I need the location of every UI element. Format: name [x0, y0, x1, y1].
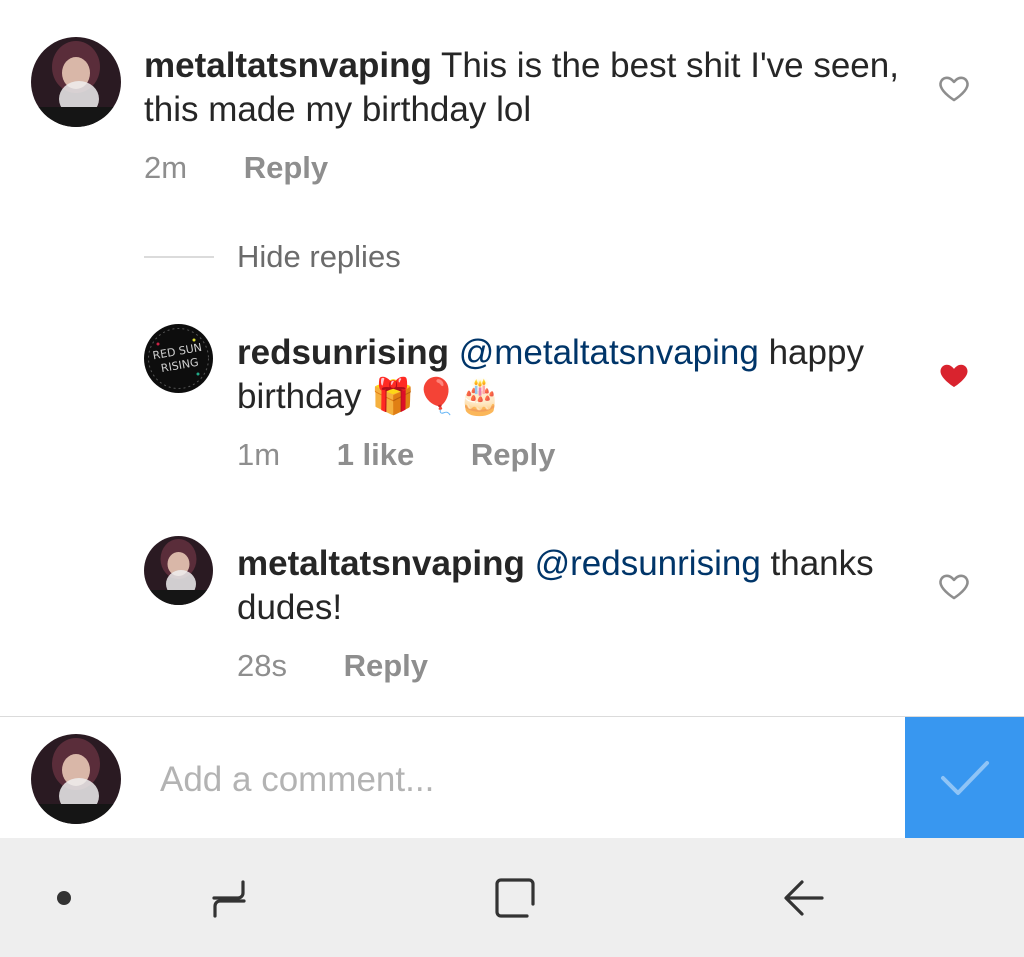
avatar-redsunrising[interactable]: RED SUN RISING	[144, 324, 213, 393]
reply-text: metaltatsnvaping @redsunrising thanks du…	[237, 542, 917, 630]
comment-meta: 2m Reply	[144, 150, 328, 186]
reply-button[interactable]: Reply	[344, 648, 428, 683]
composer-avatar	[31, 734, 121, 824]
like-count[interactable]: 1 like	[337, 437, 415, 472]
reply-username[interactable]: redsunrising	[237, 333, 449, 372]
reply-timestamp: 28s	[237, 648, 287, 683]
comment-input[interactable]	[160, 756, 880, 804]
reply-mention[interactable]: @metaltatsnvaping	[459, 333, 759, 372]
reply-meta: 1m 1 like Reply	[237, 437, 555, 473]
reply-button[interactable]: Reply	[471, 437, 555, 472]
comment-username[interactable]: metaltatsnvaping	[144, 46, 432, 85]
reply-button[interactable]: Reply	[244, 150, 328, 185]
hide-replies-button[interactable]: Hide replies	[237, 239, 401, 275]
comment-text: metaltatsnvaping This is the best shit I…	[144, 44, 904, 132]
reply-mention[interactable]: @redsunrising	[535, 544, 761, 583]
recent-apps-icon[interactable]	[203, 872, 255, 924]
reply-timestamp: 1m	[237, 437, 281, 472]
avatar-metaltatsnvaping[interactable]	[31, 37, 121, 127]
composer-divider	[0, 716, 1024, 717]
heart-outline-icon[interactable]	[937, 71, 971, 105]
avatar-metaltatsnvaping[interactable]	[144, 536, 213, 605]
dot-icon[interactable]	[44, 878, 84, 918]
reply-username[interactable]: metaltatsnvaping	[237, 544, 525, 583]
reply-meta: 28s Reply	[237, 648, 428, 684]
checkmark-icon	[940, 760, 989, 795]
heart-outline-icon[interactable]	[937, 569, 971, 603]
reply-text: redsunrising @metaltatsnvaping happy bir…	[237, 331, 917, 419]
back-arrow-icon[interactable]	[776, 872, 828, 924]
system-navigation-bar	[0, 838, 1024, 957]
comment-timestamp: 2m	[144, 150, 188, 185]
home-square-icon[interactable]	[489, 872, 541, 924]
post-comment-button[interactable]	[905, 717, 1024, 838]
heart-filled-icon[interactable]	[937, 358, 971, 392]
hide-replies-divider	[144, 256, 214, 258]
